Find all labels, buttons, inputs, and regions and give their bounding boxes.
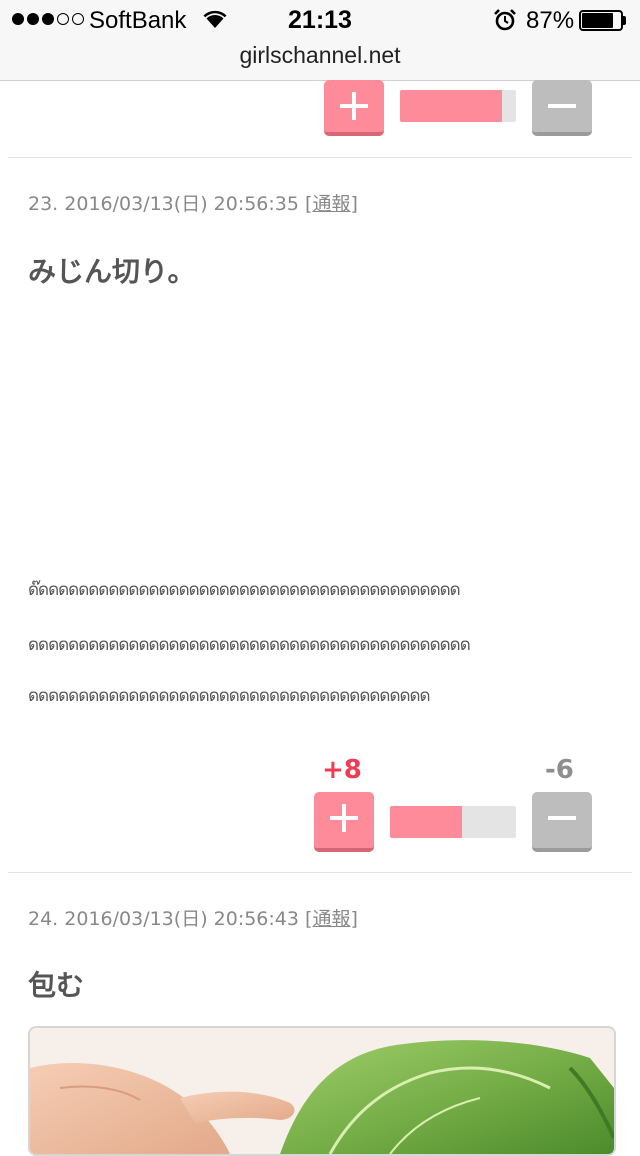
garbled-text-line: ด๊ดดดดดดดดดดดดดดดดดดดดดดดดดดดดดดดดดดดดดด… xyxy=(28,580,461,600)
plus-vote-button[interactable] xyxy=(324,80,384,136)
vote-ratio-bar xyxy=(400,90,516,122)
minus-vote-button[interactable] xyxy=(532,792,592,852)
comment-body: 包む xyxy=(28,969,85,1002)
garbled-text-line: ดดดดดดดดดดดดดดดดดดดดดดดดดดดดดดดดดดดดดดดด xyxy=(28,686,431,706)
plus-vote-button[interactable] xyxy=(314,792,374,852)
comment-divider xyxy=(8,157,632,158)
cabbage-image xyxy=(30,1028,614,1154)
comment-timestamp: 2016/03/13(日) 20:56:35 xyxy=(64,193,299,215)
battery-icon xyxy=(579,10,627,31)
cabbage-photo[interactable] xyxy=(28,1026,616,1156)
minus-icon xyxy=(548,816,576,820)
garbled-text-block: ด๊ดดดดดดดดดดดดดดดดดดดดดดดดดดดดดดดดดดดดดด… xyxy=(28,578,628,709)
battery-percent: 87% xyxy=(526,7,575,34)
comment-divider xyxy=(8,872,632,873)
comment-number: 23. xyxy=(28,193,59,215)
plus-vote-count: +8 xyxy=(322,755,362,785)
minus-icon xyxy=(548,104,576,108)
status-bar: SoftBank 21:13 87% girlschannel.net xyxy=(0,0,640,81)
comment-body: みじん切り。 xyxy=(28,255,196,288)
garbled-text-line: ดดดดดดดดดดดดดดดดดดดดดดดดดดดดดดดดดดดดดดดด… xyxy=(28,635,471,655)
comment-meta: 23. 2016/03/13(日) 20:56:35 [通報] xyxy=(28,193,358,215)
comment-timestamp: 2016/03/13(日) 20:56:43 xyxy=(64,908,299,930)
address-bar-url[interactable]: girlschannel.net xyxy=(0,42,640,69)
minus-vote-button[interactable] xyxy=(532,80,592,136)
alarm-icon xyxy=(494,9,516,31)
report-link[interactable]: 通報 xyxy=(312,193,350,215)
comment-number: 24. xyxy=(28,908,59,930)
report-link[interactable]: 通報 xyxy=(312,908,350,930)
comment-meta: 24. 2016/03/13(日) 20:56:43 [通報] xyxy=(28,908,358,930)
minus-vote-count: -6 xyxy=(545,755,574,785)
vote-ratio-bar xyxy=(390,806,516,838)
